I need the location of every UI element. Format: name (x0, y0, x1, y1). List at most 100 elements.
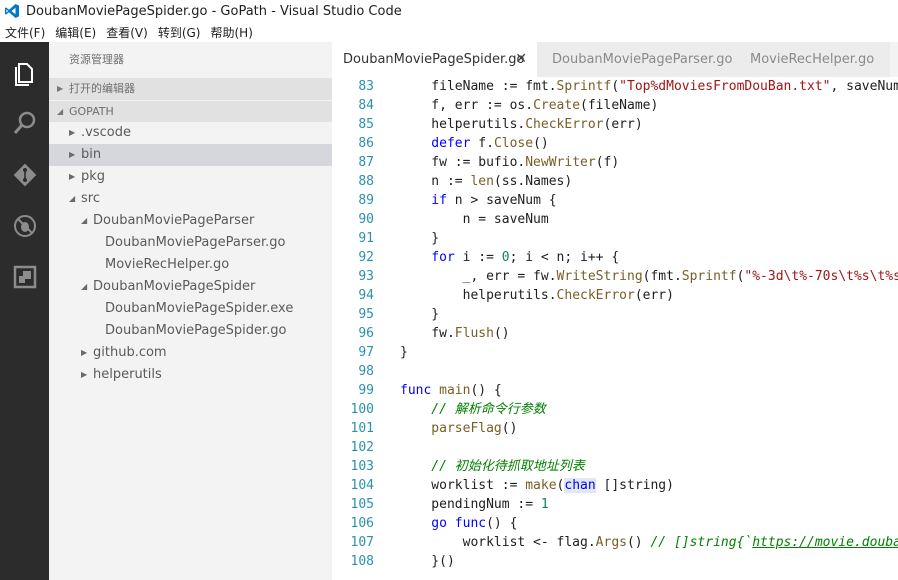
tab-movierechelper[interactable]: MovieRecHelper.go (740, 42, 890, 77)
sidebar-title: 资源管理器 (69, 53, 124, 66)
tree-item[interactable]: ◢ src (49, 188, 332, 210)
line-source: func main() { (400, 381, 502, 400)
code-token: make (525, 478, 557, 493)
tab-label: MovieRecHelper.go (750, 52, 875, 67)
code-line: 83 fileName := fmt.Sprintf("Top%dMoviesF… (332, 77, 898, 96)
line-source: n := len(ss.Names) (400, 172, 572, 191)
git-icon[interactable] (0, 150, 49, 200)
code-token: helperutils. (400, 117, 526, 132)
code-token: Sprintf (681, 269, 737, 284)
chevron-down-icon: ◢ (69, 194, 76, 203)
code-line: 102 (332, 438, 898, 457)
code-token: "%-3d\t%-70s\t%s\t%s\ (744, 269, 898, 284)
chevron-right-icon: ▶ (81, 370, 88, 379)
code-line: 101 parseFlag() (332, 419, 898, 438)
code-token: CheckError (525, 117, 604, 132)
code-line: 105 pendingNum := 1 (332, 495, 898, 514)
tree-item[interactable]: ▶ .vscode (49, 122, 332, 144)
tab-label: DoubanMoviePageParser.go (552, 52, 733, 67)
line-number: 108 (350, 554, 374, 569)
code-line: 87 fw := bufio.NewWriter(f) (332, 153, 898, 172)
open-editors-section[interactable]: ▶ 打开的编辑器 (49, 78, 332, 100)
code-token: }() (400, 554, 455, 569)
code-token: Close (493, 136, 534, 151)
line-source: f, err := os.Create(fileName) (400, 96, 658, 115)
code-token: []string) (595, 478, 674, 493)
tree-item-label: src (81, 191, 100, 206)
code-token: chan (564, 478, 596, 493)
code-token: // 初始化待抓取地址列表 (400, 459, 585, 474)
menu-edit[interactable]: 编辑(E) (50, 24, 101, 41)
line-number: 100 (350, 402, 374, 417)
code-line: 88 n := len(ss.Names) (332, 172, 898, 191)
vscode-logo-icon (5, 4, 19, 18)
tree-item[interactable]: DoubanMoviePageSpider.exe (49, 298, 332, 320)
tree-item[interactable]: MovieRecHelper.go (49, 254, 332, 276)
code-line: 86 defer f.Close() (332, 134, 898, 153)
code-line: 84 f, err := os.Create(fileName) (332, 96, 898, 115)
code-line: 94 helperutils.CheckError(err) (332, 286, 898, 305)
code-token: main (439, 383, 471, 398)
code-token: n = saveNum (400, 212, 549, 227)
code-token: // []string{` (650, 535, 753, 550)
tab-doubanmoviepageparser[interactable]: DoubanMoviePageParser.go (537, 42, 740, 77)
code-token: pendingNum := (400, 497, 541, 512)
extensions-icon[interactable] (0, 252, 49, 302)
code-token: // 解析命令行参数 (400, 402, 546, 417)
line-source: } (400, 343, 408, 362)
tree-item[interactable]: DoubanMoviePageParser.go (49, 232, 332, 254)
tree-item-label: DoubanMoviePageParser.go (105, 235, 286, 250)
code-token: n := (400, 174, 471, 189)
tree-item[interactable]: ▶ bin (49, 144, 332, 166)
line-source: fileName := fmt.Sprintf("Top%dMoviesFrom… (400, 77, 898, 96)
explorer-icon[interactable] (0, 48, 49, 98)
code-token: 1 (540, 497, 549, 512)
close-icon[interactable]: ✕ (515, 42, 527, 77)
line-number: 90 (358, 212, 374, 227)
debug-icon[interactable] (0, 201, 49, 251)
menu-file[interactable]: 文件(F) (0, 24, 50, 41)
tree-item-label: helperutils (93, 367, 162, 382)
line-number: 99 (358, 383, 374, 398)
code-token: } (400, 345, 408, 360)
code-token: NewWriter (525, 155, 596, 170)
tab-label: DoubanMoviePageSpider.go (343, 52, 525, 67)
tree-item[interactable]: ▶ helperutils (49, 364, 332, 386)
code-token: parseFlag (400, 421, 502, 436)
menu-view[interactable]: 查看(V) (101, 24, 153, 41)
code-token: } (400, 307, 440, 322)
tree-item[interactable]: ◢ DoubanMoviePageParser (49, 210, 332, 232)
chevron-right-icon: ▶ (69, 150, 76, 159)
code-token: (ss.Names) (493, 174, 573, 189)
code-token: worklist <- flag. (400, 535, 596, 550)
menu-goto[interactable]: 转到(G) (153, 24, 206, 41)
tab-doubanmoviepagespider[interactable]: DoubanMoviePageSpider.go ✕ (332, 42, 537, 77)
code-token: () (626, 535, 651, 550)
tree-item[interactable]: ◢ DoubanMoviePageSpider (49, 276, 332, 298)
chevron-down-icon: ◢ (81, 282, 88, 291)
line-number: 102 (350, 440, 374, 455)
line-source: fw := bufio.NewWriter(f) (400, 153, 619, 172)
menu-help[interactable]: 帮助(H) (205, 24, 257, 41)
search-icon[interactable] (0, 98, 49, 148)
tree-item-label: pkg (81, 169, 106, 184)
code-token: go (400, 516, 455, 531)
code-line: 93 _, err = fw.WriteString(fmt.Sprintf("… (332, 267, 898, 286)
line-number: 94 (358, 288, 374, 303)
code-token: if (400, 193, 455, 208)
tree-item[interactable]: DoubanMoviePageSpider.go (49, 320, 332, 342)
code-token: https://movie.douban (752, 535, 898, 550)
line-number: 101 (350, 421, 374, 436)
code-token: Args (595, 535, 627, 550)
chevron-right-icon: ▶ (69, 172, 76, 181)
chevron-down-icon: ◢ (57, 107, 64, 116)
line-number: 84 (358, 98, 374, 113)
code-line: 98 (332, 362, 898, 381)
code-editor[interactable]: 82func saveToFile(ss DoubanMoviePagePars… (332, 70, 898, 580)
line-source: defer f.Close() (400, 134, 548, 153)
folder-section[interactable]: ◢ GOPATH (49, 100, 332, 122)
code-token: Flush (454, 326, 494, 341)
tree-item[interactable]: ▶ github.com (49, 342, 332, 364)
line-number: 87 (358, 155, 374, 170)
tree-item[interactable]: ▶ pkg (49, 166, 332, 188)
